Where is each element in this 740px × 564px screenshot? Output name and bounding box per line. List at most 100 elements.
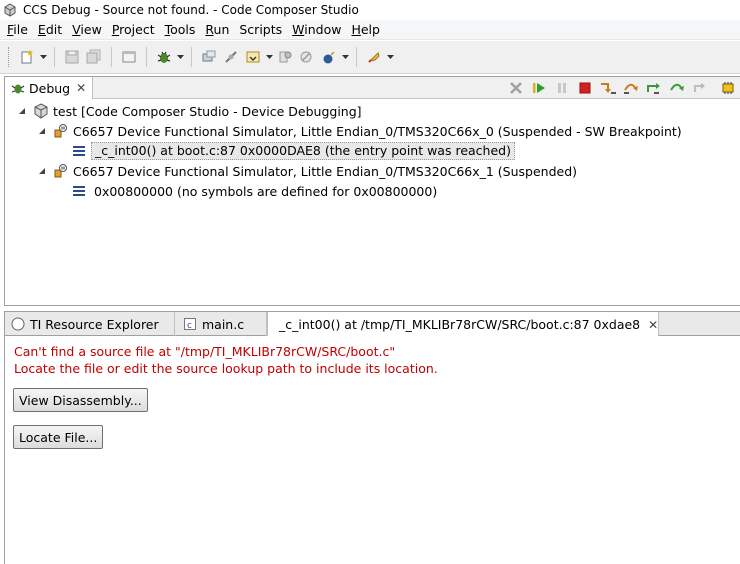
ccs-app-icon [4,3,16,17]
save-all-button[interactable] [83,46,105,68]
menu-tools[interactable]: Tools [160,20,201,40]
tab-debug-label: Debug [29,80,71,96]
view-menu-button[interactable] [717,77,740,99]
menu-edit[interactable]: Edit [33,20,67,40]
bug-icon [157,51,171,63]
external-tools-dropdown[interactable] [385,46,395,68]
view-disassembly-button[interactable]: View Disassembly... [13,388,148,412]
plug-icon [225,51,237,63]
chevron-down-icon[interactable] [37,126,47,136]
new-dropdown[interactable] [38,46,48,68]
debug-view-tabbar: Debug ✕ [5,77,740,99]
skip-breakpoints-icon [300,51,312,63]
tab-boot-c-label: _c_int00() at /tmp/TI_MKLIBr78rCW/SRC/bo… [279,317,641,332]
debug-view: Debug ✕ test [Code Composer Studio - Dev… [4,76,740,306]
new-button[interactable] [16,46,38,68]
dropdown-arrow-icon [341,55,349,59]
target-config-button[interactable] [198,46,220,68]
debug-dropdown[interactable] [175,46,185,68]
tree-row-core0-frame[interactable]: _c_int00() at boot.c:87 0x0000DAE8 (the … [71,141,515,161]
tree-core0-frame-label: _c_int00() at boot.c:87 0x0000DAE8 (the … [91,142,515,160]
tree-core0-label: C6657 Device Functional Simulator, Littl… [73,123,682,139]
toolbar-grip [8,47,11,67]
tree-row-core1-frame[interactable]: 0x00800000 (no symbols are defined for 0… [71,181,437,201]
close-icon[interactable]: ✕ [648,318,658,332]
save-icon [65,50,79,64]
resume-icon [532,83,545,93]
dropdown-arrow-icon [39,55,47,59]
rocket-icon [368,52,380,63]
external-tools-button[interactable] [363,46,385,68]
connect-target-button[interactable] [220,46,242,68]
resume-button[interactable] [527,77,550,99]
save-all-icon [86,49,101,64]
suspend-button[interactable] [550,77,573,99]
save-button[interactable] [61,46,83,68]
toolbar-separator [111,47,112,67]
compass-icon [11,317,25,331]
error-message-line2: Locate the file or edit the source looku… [14,361,438,376]
menu-run[interactable]: Run [200,20,234,40]
stack-frame-icon [71,143,87,159]
open-perspective-button[interactable] [118,46,140,68]
tab-ti-resource-explorer[interactable]: TI Resource Explorer [5,312,175,336]
chip-icon [722,82,733,94]
dropdown-arrow-icon [265,55,273,59]
target-config-icon [202,50,216,62]
menu-window[interactable]: Window [287,20,346,40]
close-icon[interactable]: ✕ [76,81,86,95]
chevron-down-icon[interactable] [17,106,27,116]
remove-terminated-button[interactable] [504,77,527,99]
tab-boot-c[interactable]: c _c_int00() at /tmp/TI_MKLIBr78rCW/SRC/… [267,312,659,337]
locate-file-button[interactable]: Locate File... [13,425,104,449]
toolbar-separator [54,47,55,67]
step-into-button[interactable] [596,77,619,99]
chevron-down-icon[interactable] [37,166,47,176]
toolbar-separator [146,47,147,67]
skip-breakpoints-button[interactable] [296,46,318,68]
menu-file[interactable]: File [2,20,33,40]
suspend-icon [557,83,566,93]
bomb-icon [323,51,335,64]
menu-bar: File Edit View Project Tools Run Scripts… [0,20,740,40]
step-return-button[interactable] [642,77,665,99]
tree-root-label: test [Code Composer Studio - Device Debu… [53,103,362,119]
terminate-button[interactable] [573,77,596,99]
source-not-found-editor: Can't find a source file at "/tmp/TI_MKL… [5,336,740,564]
breakpoint-icon [279,51,292,63]
menu-scripts[interactable]: Scripts [234,20,287,40]
tree-core1-frame-label: 0x00800000 (no symbols are defined for 0… [94,183,438,199]
tab-debug[interactable]: Debug ✕ [5,77,94,99]
stack-frame-icon [71,183,87,199]
toolbar-separator [356,47,357,67]
toolbar-separator [191,47,192,67]
menu-project[interactable]: Project [107,20,160,40]
step-over-button[interactable] [619,77,642,99]
error-message-line1: Can't find a source file at "/tmp/TI_MKL… [14,344,396,359]
memory-dropdown[interactable] [340,46,350,68]
tab-main-c[interactable]: c main.c [177,312,267,336]
assembly-step-icon [669,83,684,91]
load-program-dropdown[interactable] [264,46,274,68]
tree-row-core0[interactable]: C6657 Device Functional Simulator, Littl… [37,121,682,141]
breakpoint-button[interactable] [274,46,296,68]
cube-icon [33,103,49,119]
editor-area: TI Resource Explorer c main.c c _c_int00… [4,311,740,564]
suspended-thread-icon [53,163,69,179]
assembly-step-over-button[interactable] [665,77,688,99]
tab-main-c-label: main.c [202,316,245,332]
load-program-button[interactable] [242,46,264,68]
tree-row-core1[interactable]: C6657 Device Functional Simulator, Littl… [37,161,577,181]
svg-text:c: c [187,321,192,331]
editor-tabbar: TI Resource Explorer c main.c c _c_int00… [5,312,740,337]
reset-button[interactable] [688,77,711,99]
debug-button[interactable] [153,46,175,68]
menu-help[interactable]: Help [346,20,385,40]
debug-bug-icon [11,84,25,94]
step-into-icon [600,83,616,94]
tree-row-root[interactable]: test [Code Composer Studio - Device Debu… [17,101,362,121]
reset-icon [693,83,705,92]
memory-button[interactable] [318,46,340,68]
menu-view[interactable]: View [67,20,107,40]
terminate-icon [579,82,590,94]
